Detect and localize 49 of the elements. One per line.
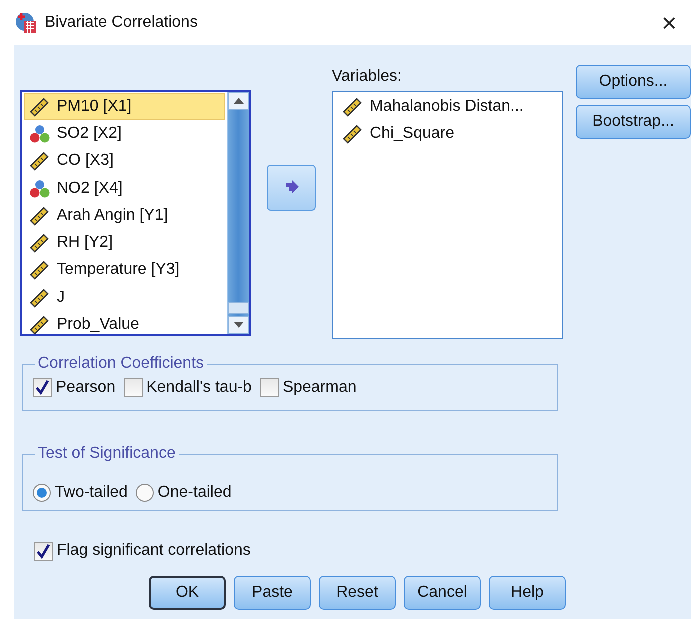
checkbox[interactable]: Kendall's tau-b bbox=[124, 376, 252, 400]
dialog-button[interactable]: Cancel bbox=[404, 576, 481, 610]
ruler-icon bbox=[29, 288, 51, 308]
variable-item[interactable]: PM10 [X1] bbox=[24, 93, 225, 120]
variable-item[interactable]: Temperature [Y3] bbox=[24, 256, 225, 284]
ruler-icon bbox=[29, 151, 51, 172]
ruler-icon bbox=[29, 96, 51, 117]
variables-label: Variables: bbox=[332, 67, 403, 87]
checkbox[interactable]: Pearson bbox=[33, 376, 116, 400]
variable-item[interactable]: Mahalanobis Distan... bbox=[337, 93, 558, 120]
down-triangle-icon bbox=[234, 322, 244, 328]
checkbox[interactable]: Spearman bbox=[260, 376, 357, 400]
scroll-up-button[interactable] bbox=[228, 92, 249, 110]
ruler-icon bbox=[29, 206, 51, 226]
check-icon bbox=[35, 380, 50, 395]
variable-item[interactable]: SO2 [X2] bbox=[24, 120, 225, 148]
dialog-button[interactable]: OK bbox=[149, 576, 226, 610]
variable-item[interactable]: CO [X3] bbox=[24, 148, 225, 175]
window-title: Bivariate Correlations bbox=[45, 12, 198, 32]
ruler-icon bbox=[29, 233, 51, 254]
circles-icon bbox=[29, 124, 51, 144]
ruler-icon bbox=[342, 124, 364, 144]
dialog-button[interactable]: Options... bbox=[576, 65, 691, 99]
dialog-button[interactable]: Reset bbox=[319, 576, 396, 610]
variable-item[interactable]: Arah Angin [Y1] bbox=[24, 202, 225, 230]
variable-item[interactable]: NO2 [X4] bbox=[24, 174, 225, 202]
check-icon bbox=[36, 544, 51, 558]
variable-item[interactable]: RH [Y2] bbox=[24, 229, 225, 257]
radio-button[interactable]: One-tailed bbox=[136, 480, 232, 504]
scrollbar[interactable] bbox=[227, 92, 249, 334]
radio-button[interactable]: Two-tailed bbox=[33, 480, 128, 504]
right-arrow-icon bbox=[284, 180, 300, 196]
up-triangle-icon bbox=[234, 98, 244, 104]
close-button[interactable]: × bbox=[658, 10, 681, 36]
variable-item[interactable]: Chi_Square bbox=[337, 120, 558, 148]
scroll-down-button[interactable] bbox=[228, 316, 249, 334]
ruler-icon bbox=[29, 260, 51, 280]
app-icon bbox=[15, 12, 37, 34]
variable-item[interactable]: Prob_Value bbox=[24, 311, 225, 334]
move-button[interactable] bbox=[267, 165, 316, 211]
dialog-button[interactable]: Bootstrap... bbox=[576, 105, 691, 139]
variable-item[interactable]: J bbox=[24, 284, 225, 312]
scroll-thumb[interactable] bbox=[228, 302, 249, 314]
circles-icon bbox=[29, 178, 51, 199]
ruler-icon bbox=[342, 96, 364, 117]
ruler-icon bbox=[29, 315, 51, 334]
dialog-button[interactable]: Help bbox=[489, 576, 566, 610]
dialog-button[interactable]: Paste bbox=[234, 576, 311, 610]
checkbox[interactable]: Flag significant correlations bbox=[34, 539, 251, 563]
